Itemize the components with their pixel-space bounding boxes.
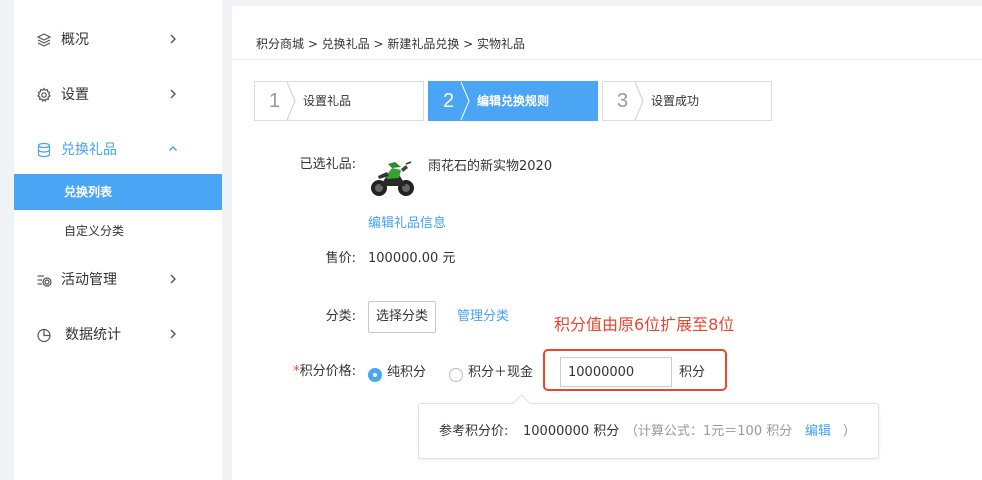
- layers-icon: [36, 33, 52, 47]
- breadcrumb-divider: [232, 59, 982, 60]
- step-2: 2 编辑兑换规则: [428, 81, 598, 121]
- radio-points-cash-label[interactable]: 积分＋现金: [468, 365, 533, 381]
- sidebar-item-gift-exchange[interactable]: 兑换礼品: [14, 132, 222, 168]
- radio-pure-points[interactable]: [368, 368, 382, 382]
- chevron-right-icon: [170, 34, 176, 44]
- activity-settings-icon: [37, 275, 52, 287]
- step-label: 设置成功: [651, 94, 700, 108]
- reference-formula: （计算公式：1元＝100 积分: [625, 424, 793, 439]
- chevron-right-icon: [170, 329, 176, 339]
- pie-chart-icon: [37, 328, 51, 343]
- sidebar: 概况 设置 兑换礼品 兑换列表 自定义分类 活动管理 数据统计: [14, 0, 222, 480]
- chevron-up-icon: [169, 146, 177, 151]
- sidebar-item-label: 概况: [61, 32, 89, 48]
- step-arrow-icon: [634, 82, 644, 120]
- price-value: 100000.00 元: [368, 251, 456, 266]
- step-number: 1: [269, 90, 281, 112]
- points-price-label: *积分价格:: [256, 364, 356, 380]
- sidebar-item-overview[interactable]: 概况: [14, 22, 222, 58]
- radio-pure-points-label[interactable]: 纯积分: [387, 365, 426, 381]
- sidebar-item-label: 数据统计: [65, 327, 121, 343]
- main-content: 积分商城 > 兑换礼品 > 新建礼品兑换 > 实物礼品 1 设置礼品 2 编辑兑…: [232, 6, 982, 480]
- breadcrumb: 积分商城 > 兑换礼品 > 新建礼品兑换 > 实物礼品: [256, 37, 526, 51]
- step-arrow-icon: [460, 82, 470, 120]
- points-unit: 积分: [679, 365, 706, 380]
- reference-value: 10000000 积分: [523, 424, 620, 439]
- sidebar-item-activity-management[interactable]: 活动管理: [14, 262, 222, 298]
- points-price-label-text: 积分价格:: [299, 364, 356, 379]
- choose-category-button[interactable]: 选择分类: [368, 301, 436, 333]
- sidebar-subitem-label: 兑换列表: [64, 185, 113, 199]
- radio-points-cash[interactable]: [449, 368, 463, 382]
- step-3: 3 设置成功: [602, 81, 772, 121]
- step-arrow-icon: [286, 82, 296, 120]
- gear-icon: [37, 87, 51, 103]
- step-number: 3: [617, 90, 629, 112]
- reference-close-paren: ）: [843, 424, 857, 439]
- step-label: 编辑兑换规则: [477, 94, 550, 108]
- step-number: 2: [443, 90, 455, 112]
- gift-name: 雨花石的新实物2020: [428, 159, 553, 174]
- edit-gift-link[interactable]: 编辑礼品信息: [368, 216, 446, 232]
- step-1: 1 设置礼品: [254, 81, 424, 121]
- sidebar-item-label: 兑换礼品: [61, 142, 117, 158]
- annotation-text: 积分值由原6位扩展至8位: [554, 315, 735, 334]
- sidebar-subitem-custom-category[interactable]: 自定义分类: [14, 213, 222, 249]
- manage-category-link[interactable]: 管理分类: [457, 309, 509, 325]
- motorcycle-image: [371, 161, 414, 196]
- sidebar-item-label: 活动管理: [61, 272, 117, 288]
- database-icon: [37, 142, 51, 158]
- points-input[interactable]: [560, 357, 672, 387]
- sidebar-subitem-exchange-list[interactable]: 兑换列表: [14, 174, 222, 210]
- sidebar-item-data-statistics[interactable]: 数据统计: [14, 317, 222, 353]
- chevron-right-icon: [170, 274, 176, 284]
- reference-points-box: 参考积分价: 10000000 积分 （计算公式：1元＝100 积分 编辑 ）: [418, 403, 879, 459]
- sidebar-subitem-label: 自定义分类: [64, 224, 125, 238]
- category-label: 分类:: [325, 309, 356, 324]
- price-label: 售价:: [325, 251, 356, 266]
- sidebar-item-label: 设置: [61, 87, 89, 103]
- reference-label: 参考积分价:: [439, 424, 509, 439]
- selected-gift-label: 已选礼品:: [299, 157, 356, 172]
- chevron-right-icon: [170, 89, 176, 99]
- step-label: 设置礼品: [303, 94, 352, 108]
- sidebar-item-settings[interactable]: 设置: [14, 77, 222, 113]
- reference-edit-link[interactable]: 编辑: [805, 424, 831, 440]
